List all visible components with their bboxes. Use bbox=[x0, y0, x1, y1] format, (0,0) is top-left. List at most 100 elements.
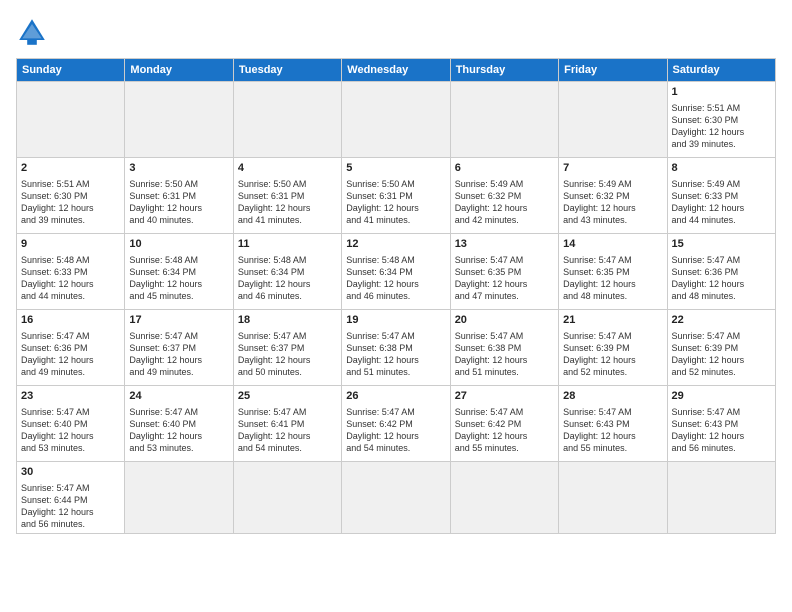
calendar-cell bbox=[233, 462, 341, 534]
day-info: Sunrise: 5:47 AM Sunset: 6:39 PM Dayligh… bbox=[672, 330, 771, 379]
day-number: 26 bbox=[346, 389, 445, 404]
calendar-cell bbox=[125, 82, 233, 158]
day-number: 15 bbox=[672, 237, 771, 252]
calendar-cell: 26 Sunrise: 5:47 AM Sunset: 6:42 PM Dayli… bbox=[342, 386, 450, 462]
calendar-cell: 14Sunrise: 5:47 AM Sunset: 6:35 PM Dayli… bbox=[559, 234, 667, 310]
calendar-cell: 17 Sunrise: 5:47 AM Sunset: 6:37 PM Dayli… bbox=[125, 310, 233, 386]
day-info: Sunrise: 5:49 AM Sunset: 6:32 PM Dayligh… bbox=[563, 178, 662, 227]
calendar-week-row: 30 Sunrise: 5:47 AM Sunset: 6:44 PM Dayli… bbox=[17, 462, 776, 534]
calendar-week-row: 1Sunrise: 5:51 AM Sunset: 6:30 PM Daylig… bbox=[17, 82, 776, 158]
calendar-cell: 12Sunrise: 5:48 AM Sunset: 6:34 PM Dayli… bbox=[342, 234, 450, 310]
calendar-cell: 11Sunrise: 5:48 AM Sunset: 6:34 PM Dayli… bbox=[233, 234, 341, 310]
day-info: Sunrise: 5:47 AM Sunset: 6:35 PM Dayligh… bbox=[455, 254, 554, 303]
day-info: Sunrise: 5:47 AM Sunset: 6:36 PM Dayligh… bbox=[672, 254, 771, 303]
calendar-cell bbox=[450, 82, 558, 158]
calendar-cell: 21 Sunrise: 5:47 AM Sunset: 6:39 PM Dayli… bbox=[559, 310, 667, 386]
calendar-cell: 13 Sunrise: 5:47 AM Sunset: 6:35 PM Dayli… bbox=[450, 234, 558, 310]
calendar-cell: 20 Sunrise: 5:47 AM Sunset: 6:38 PM Dayli… bbox=[450, 310, 558, 386]
calendar-cell: 15 Sunrise: 5:47 AM Sunset: 6:36 PM Dayli… bbox=[667, 234, 775, 310]
weekday-header: Tuesday bbox=[233, 59, 341, 82]
day-number: 20 bbox=[455, 313, 554, 328]
header bbox=[16, 16, 776, 48]
calendar-cell bbox=[559, 462, 667, 534]
day-number: 2 bbox=[21, 161, 120, 176]
weekday-header: Thursday bbox=[450, 59, 558, 82]
logo-icon bbox=[16, 16, 48, 48]
day-number: 12 bbox=[346, 237, 445, 252]
day-number: 10 bbox=[129, 237, 228, 252]
weekday-header: Wednesday bbox=[342, 59, 450, 82]
calendar-cell bbox=[233, 82, 341, 158]
day-number: 17 bbox=[129, 313, 228, 328]
day-info: Sunrise: 5:47 AM Sunset: 6:42 PM Dayligh… bbox=[346, 406, 445, 455]
weekday-header-row: SundayMondayTuesdayWednesdayThursdayFrid… bbox=[17, 59, 776, 82]
calendar-week-row: 2 Sunrise: 5:51 AM Sunset: 6:30 PM Daylig… bbox=[17, 158, 776, 234]
calendar-cell bbox=[17, 82, 125, 158]
day-info: Sunrise: 5:50 AM Sunset: 6:31 PM Dayligh… bbox=[346, 178, 445, 227]
day-number: 18 bbox=[238, 313, 337, 328]
calendar-week-row: 23 Sunrise: 5:47 AM Sunset: 6:40 PM Dayli… bbox=[17, 386, 776, 462]
calendar-cell bbox=[342, 82, 450, 158]
calendar-cell: 6Sunrise: 5:49 AM Sunset: 6:32 PM Daylig… bbox=[450, 158, 558, 234]
calendar-cell: 9Sunrise: 5:48 AM Sunset: 6:33 PM Daylig… bbox=[17, 234, 125, 310]
day-number: 24 bbox=[129, 389, 228, 404]
calendar-cell bbox=[667, 462, 775, 534]
calendar-cell: 25Sunrise: 5:47 AM Sunset: 6:41 PM Dayli… bbox=[233, 386, 341, 462]
day-info: Sunrise: 5:47 AM Sunset: 6:35 PM Dayligh… bbox=[563, 254, 662, 303]
calendar: SundayMondayTuesdayWednesdayThursdayFrid… bbox=[16, 58, 776, 534]
calendar-cell: 18 Sunrise: 5:47 AM Sunset: 6:37 PM Dayli… bbox=[233, 310, 341, 386]
calendar-cell bbox=[559, 82, 667, 158]
day-info: Sunrise: 5:47 AM Sunset: 6:37 PM Dayligh… bbox=[129, 330, 228, 379]
day-info: Sunrise: 5:47 AM Sunset: 6:39 PM Dayligh… bbox=[563, 330, 662, 379]
calendar-cell: 23 Sunrise: 5:47 AM Sunset: 6:40 PM Dayli… bbox=[17, 386, 125, 462]
calendar-cell: 28 Sunrise: 5:47 AM Sunset: 6:43 PM Dayli… bbox=[559, 386, 667, 462]
day-number: 16 bbox=[21, 313, 120, 328]
calendar-cell: 29 Sunrise: 5:47 AM Sunset: 6:43 PM Dayli… bbox=[667, 386, 775, 462]
day-number: 21 bbox=[563, 313, 662, 328]
weekday-header: Sunday bbox=[17, 59, 125, 82]
day-number: 4 bbox=[238, 161, 337, 176]
calendar-cell: 10 Sunrise: 5:48 AM Sunset: 6:34 PM Dayli… bbox=[125, 234, 233, 310]
calendar-cell: 30 Sunrise: 5:47 AM Sunset: 6:44 PM Dayli… bbox=[17, 462, 125, 534]
day-info: Sunrise: 5:47 AM Sunset: 6:38 PM Dayligh… bbox=[346, 330, 445, 379]
day-info: Sunrise: 5:47 AM Sunset: 6:43 PM Dayligh… bbox=[563, 406, 662, 455]
calendar-cell bbox=[125, 462, 233, 534]
day-info: Sunrise: 5:47 AM Sunset: 6:40 PM Dayligh… bbox=[21, 406, 120, 455]
day-info: Sunrise: 5:50 AM Sunset: 6:31 PM Dayligh… bbox=[129, 178, 228, 227]
calendar-cell: 19 Sunrise: 5:47 AM Sunset: 6:38 PM Dayli… bbox=[342, 310, 450, 386]
day-info: Sunrise: 5:47 AM Sunset: 6:40 PM Dayligh… bbox=[129, 406, 228, 455]
day-info: Sunrise: 5:47 AM Sunset: 6:41 PM Dayligh… bbox=[238, 406, 337, 455]
calendar-cell: 22 Sunrise: 5:47 AM Sunset: 6:39 PM Dayli… bbox=[667, 310, 775, 386]
calendar-cell: 1Sunrise: 5:51 AM Sunset: 6:30 PM Daylig… bbox=[667, 82, 775, 158]
day-info: Sunrise: 5:50 AM Sunset: 6:31 PM Dayligh… bbox=[238, 178, 337, 227]
day-info: Sunrise: 5:48 AM Sunset: 6:34 PM Dayligh… bbox=[129, 254, 228, 303]
day-number: 28 bbox=[563, 389, 662, 404]
day-number: 30 bbox=[21, 465, 120, 480]
day-info: Sunrise: 5:47 AM Sunset: 6:37 PM Dayligh… bbox=[238, 330, 337, 379]
day-number: 27 bbox=[455, 389, 554, 404]
day-number: 29 bbox=[672, 389, 771, 404]
calendar-week-row: 16 Sunrise: 5:47 AM Sunset: 6:36 PM Dayli… bbox=[17, 310, 776, 386]
calendar-cell: 7Sunrise: 5:49 AM Sunset: 6:32 PM Daylig… bbox=[559, 158, 667, 234]
day-number: 13 bbox=[455, 237, 554, 252]
day-number: 9 bbox=[21, 237, 120, 252]
day-info: Sunrise: 5:47 AM Sunset: 6:43 PM Dayligh… bbox=[672, 406, 771, 455]
calendar-cell bbox=[342, 462, 450, 534]
day-info: Sunrise: 5:47 AM Sunset: 6:38 PM Dayligh… bbox=[455, 330, 554, 379]
weekday-header: Saturday bbox=[667, 59, 775, 82]
day-number: 19 bbox=[346, 313, 445, 328]
day-info: Sunrise: 5:47 AM Sunset: 6:36 PM Dayligh… bbox=[21, 330, 120, 379]
day-info: Sunrise: 5:51 AM Sunset: 6:30 PM Dayligh… bbox=[21, 178, 120, 227]
logo bbox=[16, 16, 52, 48]
day-info: Sunrise: 5:47 AM Sunset: 6:44 PM Dayligh… bbox=[21, 482, 120, 531]
day-number: 22 bbox=[672, 313, 771, 328]
day-number: 8 bbox=[672, 161, 771, 176]
calendar-week-row: 9Sunrise: 5:48 AM Sunset: 6:33 PM Daylig… bbox=[17, 234, 776, 310]
day-info: Sunrise: 5:51 AM Sunset: 6:30 PM Dayligh… bbox=[672, 102, 771, 151]
day-number: 23 bbox=[21, 389, 120, 404]
calendar-cell: 27Sunrise: 5:47 AM Sunset: 6:42 PM Dayli… bbox=[450, 386, 558, 462]
calendar-cell: 2 Sunrise: 5:51 AM Sunset: 6:30 PM Daylig… bbox=[17, 158, 125, 234]
day-number: 5 bbox=[346, 161, 445, 176]
calendar-cell: 24 Sunrise: 5:47 AM Sunset: 6:40 PM Dayli… bbox=[125, 386, 233, 462]
page: SundayMondayTuesdayWednesdayThursdayFrid… bbox=[0, 0, 792, 612]
